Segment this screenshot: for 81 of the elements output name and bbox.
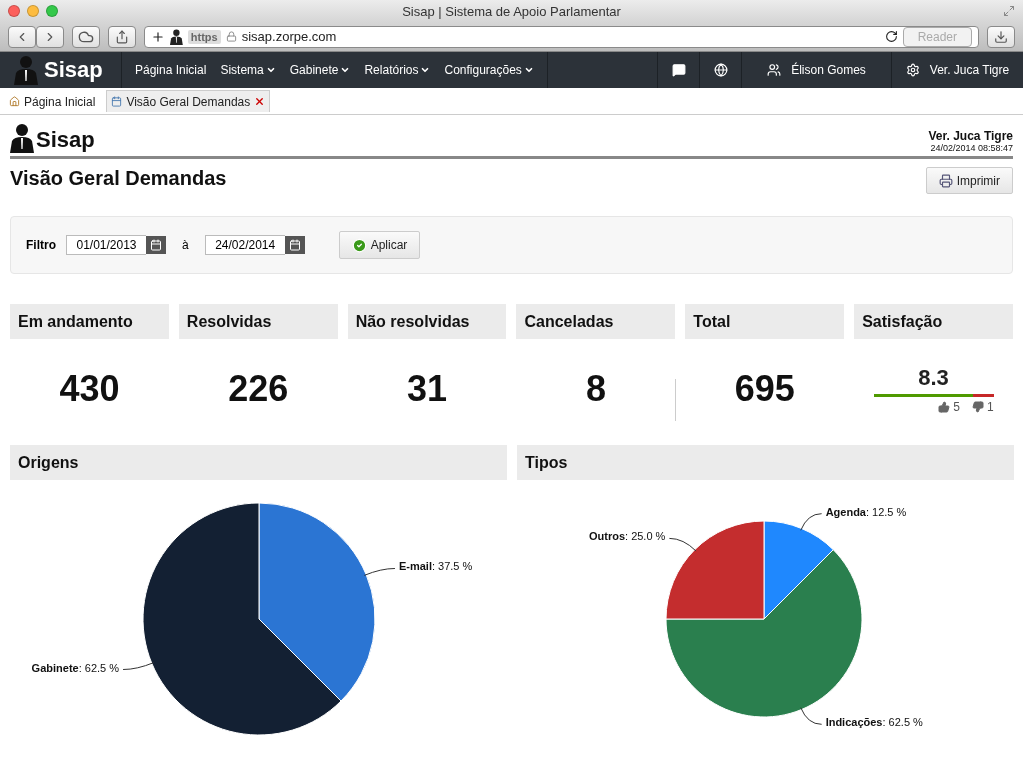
person-silhouette-icon (10, 123, 34, 153)
brand-logo: Sisap (36, 127, 95, 153)
range-separator: à (181, 238, 190, 252)
stat-value: 31 (407, 368, 448, 410)
lock-icon (225, 31, 237, 42)
stat-value: 695 (734, 368, 795, 410)
globe-icon (713, 63, 728, 77)
stat-value: 8 (585, 368, 606, 410)
window-title: Sisap | Sistema de Apoio Parlamentar (402, 3, 621, 19)
leader-line (122, 662, 155, 670)
zoom-button[interactable] (46, 5, 58, 17)
caret-icon (340, 65, 351, 75)
calendar-icon[interactable] (146, 236, 166, 254)
check-icon (351, 237, 367, 253)
chart-label: Indicações: 62.5 % (825, 716, 924, 729)
print-button[interactable]: Imprimir (925, 167, 1013, 194)
stat-value: 430 (59, 368, 120, 410)
chart-label: Gabinete: 62.5 % (30, 661, 120, 674)
fullscreen-icon[interactable] (1003, 5, 1015, 17)
leader-line (668, 537, 697, 552)
chart-header: Origens (10, 445, 507, 480)
plus-icon[interactable] (151, 29, 165, 44)
apply-button[interactable]: Aplicar (338, 231, 421, 259)
chart-label: Outros: 25.0 % (587, 530, 666, 543)
caret-icon (523, 65, 534, 75)
stat-value: 226 (228, 368, 289, 410)
user-name: Ver. Juca Tigre (928, 129, 1013, 143)
settings-icon (905, 63, 920, 77)
stat-header: Total (685, 304, 845, 339)
person-silhouette-icon (170, 28, 183, 45)
date-field[interactable]: 01/01/2013 (66, 235, 146, 255)
brand-logo[interactable]: Sisap (44, 57, 103, 83)
address-field[interactable]: https sisap.zorpe.com Reader (144, 25, 979, 48)
rating-value: 8.3 (918, 364, 949, 391)
printer-icon (938, 173, 953, 188)
close-button[interactable] (8, 5, 20, 17)
calendar-icon (111, 96, 123, 107)
nav-menu-item[interactable]: Página Inicial (128, 63, 214, 77)
page-tab[interactable]: Página Inicial (4, 90, 101, 112)
nav-menu-item[interactable]: Relatórios (357, 63, 438, 77)
chat-icon (671, 63, 686, 77)
chart-label: E-mail: 37.5 % (398, 560, 474, 573)
home-icon (9, 96, 20, 107)
url-text: sisap.zorpe.com (241, 29, 337, 44)
stat-header: Em andamento (10, 304, 169, 339)
users-icon (767, 63, 782, 77)
caret-icon (265, 65, 276, 75)
thumbs-down-icon (971, 400, 984, 413)
protocol-badge: https (187, 29, 221, 44)
leader-line (800, 707, 823, 725)
download-icon (994, 29, 1008, 44)
share-icon (115, 29, 129, 44)
leader-line (800, 513, 823, 531)
downloads-button[interactable] (987, 25, 1015, 48)
filter-label: Filtro (26, 238, 56, 252)
calendar-icon[interactable] (284, 236, 305, 254)
stat-header: Canceladas (516, 304, 676, 339)
stat-header: Resolvidas (178, 304, 338, 339)
stat-header: Não resolvidas (347, 304, 507, 339)
cloud-button[interactable] (72, 25, 100, 48)
chart-label: Agenda: 12.5 % (825, 505, 908, 518)
dislikes-count: 1 (971, 399, 994, 414)
caret-icon (420, 65, 431, 75)
date-time: 24/02/2014 08:58:47 (930, 143, 1013, 153)
back-button[interactable] (8, 25, 36, 48)
nav-menu-item[interactable]: Configurações (437, 63, 541, 77)
reload-icon[interactable] (884, 30, 898, 43)
page-title: Visão Geral Demandas (10, 167, 227, 190)
page-tab[interactable]: Visão Geral Demandas (106, 90, 271, 112)
nav-menu-item[interactable]: Gabinete (282, 63, 358, 77)
nav-menu-item[interactable]: Sistema (213, 63, 283, 77)
forward-button[interactable] (36, 25, 64, 48)
share-button[interactable] (108, 25, 136, 48)
chart-header: Tipos (517, 445, 1014, 480)
person-silhouette-icon (14, 55, 38, 85)
close-icon[interactable] (254, 96, 266, 107)
likes-count: 5 (938, 399, 960, 414)
leader-line (363, 568, 396, 576)
thumbs-up-icon (938, 400, 951, 413)
stat-header: Satisfação (854, 304, 1013, 339)
date-field[interactable]: 24/02/2014 (204, 235, 285, 255)
